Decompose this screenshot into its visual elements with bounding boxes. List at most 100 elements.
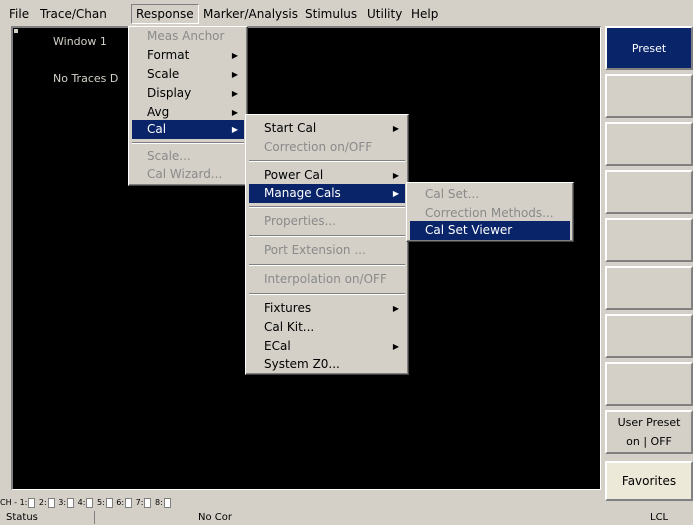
menu-item-port-extension-label: Port Extension ... bbox=[264, 243, 366, 257]
menu-item-fixtures[interactable]: Fixtures ▶ bbox=[249, 299, 405, 318]
menu-help[interactable]: Help bbox=[406, 5, 443, 23]
channel-1[interactable]: 1: bbox=[20, 496, 28, 510]
preset-label: Preset bbox=[631, 41, 667, 55]
menu-item-format-label: Format bbox=[147, 48, 190, 62]
menu-bar: File Trace/Chan Response Marker/Analysis… bbox=[0, 0, 693, 26]
submenu-arrow-icon: ▶ bbox=[231, 89, 238, 98]
channel-2-box bbox=[47, 497, 55, 508]
menu-item-power-cal[interactable]: Power Cal ▶ bbox=[249, 166, 405, 185]
response-menu: Meas Anchor Format ▶ Scale ▶ Display ▶ Avg ▶… bbox=[128, 26, 248, 186]
channel-7[interactable]: 7: bbox=[136, 496, 144, 510]
menu-item-manage-cals[interactable]: Manage Cals ▶ bbox=[249, 184, 405, 203]
menu-item-cal-label: Cal bbox=[147, 122, 167, 136]
channel-1-box bbox=[28, 497, 36, 508]
channel-6-box bbox=[125, 497, 133, 508]
channel-bar: CH - 1: 2: 3: 4: 5: 6: 7: 8: bbox=[0, 496, 172, 510]
menu-file[interactable]: File bbox=[4, 5, 34, 23]
menu-marker-analysis[interactable]: Marker/Analysis bbox=[198, 5, 303, 23]
menu-item-start-cal[interactable]: Start Cal ▶ bbox=[249, 119, 405, 138]
menu-item-properties[interactable]: Properties... bbox=[249, 212, 405, 231]
channel-5[interactable]: 5: bbox=[97, 496, 105, 510]
submenu-arrow-icon: ▶ bbox=[231, 70, 238, 79]
menu-item-correction-methods-label: Correction Methods... bbox=[425, 206, 554, 220]
submenu-arrow-icon: ▶ bbox=[392, 304, 399, 313]
submenu-arrow-icon: ▶ bbox=[231, 125, 238, 134]
softkey-3[interactable] bbox=[605, 122, 693, 166]
menu-item-correction-label: Correction on/OFF bbox=[264, 140, 373, 154]
favorites-button[interactable]: Favorites bbox=[605, 461, 693, 501]
menu-utility[interactable]: Utility bbox=[362, 5, 407, 23]
menu-item-manage-cals-label: Manage Cals bbox=[264, 186, 341, 200]
menu-item-cal-kit[interactable]: Cal Kit... bbox=[249, 318, 405, 337]
menu-item-cal-wizard[interactable]: Cal Wizard... bbox=[132, 165, 244, 184]
menu-item-scale-label: Scale bbox=[147, 67, 180, 81]
channel-4-box bbox=[86, 497, 94, 508]
menu-item-ecal-label: ECal bbox=[264, 339, 291, 353]
menu-item-scale-dialog-label: Scale... bbox=[147, 149, 191, 163]
manage-cals-submenu: Cal Set... Correction Methods... Cal Set… bbox=[406, 182, 574, 242]
channel-5-box bbox=[105, 497, 113, 508]
menu-trace-chan[interactable]: Trace/Chan bbox=[35, 5, 112, 23]
softkey-5[interactable] bbox=[605, 218, 693, 262]
menu-response[interactable]: Response bbox=[131, 4, 199, 24]
menu-item-display[interactable]: Display ▶ bbox=[132, 84, 244, 103]
menu-item-meas-anchor[interactable]: Meas Anchor bbox=[132, 27, 244, 46]
channel-8[interactable]: 8: bbox=[155, 496, 163, 510]
menu-stimulus[interactable]: Stimulus bbox=[300, 5, 362, 23]
menu-item-cal-set-label: Cal Set... bbox=[425, 187, 480, 201]
window-marker bbox=[14, 29, 18, 33]
lcl-indicator: LCL bbox=[650, 512, 669, 523]
menu-item-display-label: Display bbox=[147, 86, 192, 100]
cal-submenu: Start Cal ▶ Correction on/OFF Power Cal ▶ … bbox=[245, 114, 409, 375]
softkey-panel: Preset User Preset on | OFF bbox=[605, 26, 693, 498]
user-preset-label: User Preset bbox=[617, 416, 681, 429]
menu-item-interpolation[interactable]: Interpolation on/OFF bbox=[249, 270, 405, 289]
menu-item-scale-dialog[interactable]: Scale... bbox=[132, 147, 244, 166]
softkey-8[interactable] bbox=[605, 362, 693, 406]
submenu-arrow-icon: ▶ bbox=[392, 189, 399, 198]
menu-item-scale[interactable]: Scale ▶ bbox=[132, 65, 244, 84]
softkey-6[interactable] bbox=[605, 266, 693, 310]
menu-item-interpolation-label: Interpolation on/OFF bbox=[264, 272, 387, 286]
preset-softkey[interactable]: Preset bbox=[605, 26, 693, 70]
menu-separator bbox=[249, 206, 405, 208]
menu-item-format[interactable]: Format ▶ bbox=[132, 46, 244, 65]
menu-item-cal-set-viewer[interactable]: Cal Set Viewer bbox=[410, 221, 570, 240]
menu-item-power-cal-label: Power Cal bbox=[264, 168, 324, 182]
menu-item-start-cal-label: Start Cal bbox=[264, 121, 317, 135]
menu-item-cal-set-viewer-label: Cal Set Viewer bbox=[425, 223, 513, 237]
submenu-arrow-icon: ▶ bbox=[392, 342, 399, 351]
channel-4[interactable]: 4: bbox=[78, 496, 86, 510]
menu-item-correction[interactable]: Correction on/OFF bbox=[249, 138, 405, 157]
channel-8-box bbox=[163, 497, 171, 508]
user-preset-state: on | OFF bbox=[626, 435, 672, 448]
status-bar: Status No Cor LCL bbox=[0, 511, 693, 525]
channel-2[interactable]: 2: bbox=[39, 496, 47, 510]
correction-status: No Cor bbox=[198, 512, 232, 523]
channel-3-box bbox=[67, 497, 75, 508]
submenu-arrow-icon: ▶ bbox=[392, 171, 399, 180]
channel-6[interactable]: 6: bbox=[116, 496, 124, 510]
menu-item-system-z0-label: System Z0... bbox=[264, 357, 340, 371]
menu-item-meas-anchor-label: Meas Anchor bbox=[147, 29, 225, 43]
menu-separator bbox=[249, 160, 405, 162]
menu-item-cal[interactable]: Cal ▶ bbox=[132, 120, 244, 139]
menu-item-cal-kit-label: Cal Kit... bbox=[264, 320, 315, 334]
menu-item-avg-label: Avg bbox=[147, 105, 170, 119]
menu-item-cal-wizard-label: Cal Wizard... bbox=[147, 167, 223, 181]
menu-item-ecal[interactable]: ECal ▶ bbox=[249, 337, 405, 356]
menu-separator bbox=[132, 142, 244, 144]
menu-item-cal-set[interactable]: Cal Set... bbox=[410, 185, 570, 204]
softkey-4[interactable] bbox=[605, 170, 693, 214]
menu-item-port-extension[interactable]: Port Extension ... bbox=[249, 241, 405, 260]
user-preset-softkey[interactable]: User Preset on | OFF bbox=[605, 410, 693, 454]
menu-item-system-z0[interactable]: System Z0... bbox=[249, 355, 405, 374]
no-traces-message: No Traces D bbox=[53, 72, 119, 85]
menu-separator bbox=[249, 235, 405, 237]
status-label: Status bbox=[6, 511, 95, 524]
softkey-2[interactable] bbox=[605, 74, 693, 118]
channel-3[interactable]: 3: bbox=[58, 496, 66, 510]
menu-separator bbox=[249, 293, 405, 295]
softkey-7[interactable] bbox=[605, 314, 693, 358]
channel-prefix: CH - bbox=[0, 498, 18, 507]
